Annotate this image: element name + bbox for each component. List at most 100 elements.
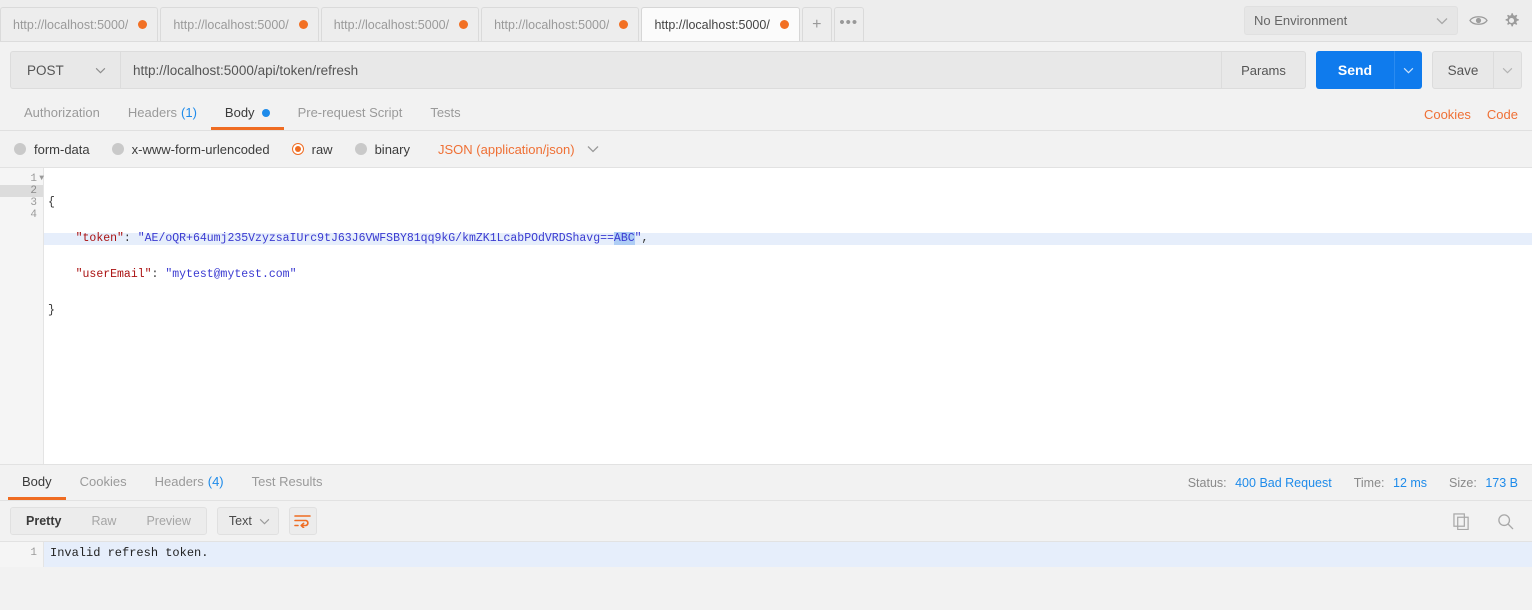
code-line-1: { bbox=[44, 197, 1532, 209]
response-view-mode-group: Pretty Raw Preview bbox=[10, 507, 207, 535]
request-tabs-right-links: Cookies Code bbox=[1424, 98, 1518, 131]
body-type-label: form-data bbox=[34, 141, 90, 157]
unsaved-dot-icon bbox=[779, 20, 789, 29]
size-value[interactable]: 173 B bbox=[1485, 476, 1518, 490]
url-input[interactable]: http://localhost:5000/api/token/refresh bbox=[120, 51, 1222, 89]
response-toolbar-right bbox=[1448, 501, 1518, 541]
response-tab-cookies[interactable]: Cookies bbox=[66, 465, 141, 500]
tab-authorization[interactable]: Authorization bbox=[10, 98, 114, 130]
request-section-tabs: Authorization Headers (1) Body Pre-reque… bbox=[0, 98, 1532, 131]
save-button-group: Save bbox=[1432, 51, 1522, 89]
fold-arrow-icon[interactable]: ▼ bbox=[39, 173, 44, 185]
http-method-selector[interactable]: POST bbox=[10, 51, 120, 89]
line-number: 3 bbox=[0, 197, 43, 209]
unsaved-dot-icon bbox=[298, 20, 308, 29]
tab-headers[interactable]: Headers (1) bbox=[114, 98, 211, 130]
response-tab-test-results[interactable]: Test Results bbox=[238, 465, 337, 500]
line-number-text: 4 bbox=[30, 209, 37, 221]
tab-options-button[interactable]: ••• bbox=[833, 7, 864, 41]
params-button[interactable]: Params bbox=[1222, 51, 1306, 89]
json-close-brace: } bbox=[48, 304, 55, 317]
url-bar: POST http://localhost:5000/api/token/ref… bbox=[0, 42, 1532, 98]
http-method-label: POST bbox=[27, 62, 64, 78]
line-number-text: 1 bbox=[30, 173, 37, 185]
request-tab-label: http://localhost:5000/ bbox=[333, 17, 450, 32]
word-wrap-icon[interactable] bbox=[288, 507, 317, 535]
request-tab-4[interactable]: http://localhost:5000/ bbox=[481, 7, 640, 41]
eye-icon[interactable] bbox=[1465, 8, 1491, 34]
time-label: Time: bbox=[1353, 476, 1385, 490]
body-type-label: binary bbox=[374, 141, 410, 157]
status-badge[interactable]: 400 Bad Request bbox=[1235, 476, 1332, 490]
json-colon: : bbox=[151, 268, 166, 281]
chevron-down-icon bbox=[587, 145, 599, 153]
response-format-selector[interactable]: Text bbox=[216, 507, 279, 535]
code-line-4: } bbox=[44, 305, 1532, 317]
json-value-token-prefix: "AE/oQR+64umj235VzyzsaIUrc9tJ63J6VWFSBY8… bbox=[137, 232, 614, 245]
body-type-binary[interactable]: binary bbox=[354, 141, 410, 157]
headers-count: (1) bbox=[181, 105, 197, 120]
json-key-token: "token" bbox=[75, 232, 124, 245]
body-type-label: raw bbox=[311, 141, 333, 157]
request-tabs-strip: http://localhost:5000/ http://localhost:… bbox=[0, 7, 866, 41]
json-key-userEmail: "userEmail" bbox=[75, 268, 152, 281]
time-value[interactable]: 12 ms bbox=[1393, 476, 1427, 490]
send-button[interactable]: Send bbox=[1316, 51, 1394, 89]
code-link[interactable]: Code bbox=[1487, 107, 1518, 122]
json-value-userEmail: "mytest@mytest.com" bbox=[165, 268, 297, 281]
environment-selector[interactable]: No Environment bbox=[1244, 6, 1458, 35]
tab-label: Test Results bbox=[251, 473, 323, 489]
response-body-text: Invalid refresh token. bbox=[44, 542, 1532, 567]
request-tab-3[interactable]: http://localhost:5000/ bbox=[320, 7, 480, 41]
search-icon[interactable] bbox=[1492, 508, 1518, 534]
save-options-button[interactable] bbox=[1494, 51, 1522, 89]
time-group: Time: 12 ms bbox=[1354, 476, 1427, 490]
line-number: 4 bbox=[0, 209, 43, 221]
raw-format-selector[interactable]: JSON (application/json) bbox=[438, 142, 599, 157]
response-tab-headers[interactable]: Headers (4) bbox=[141, 465, 238, 500]
tab-label: Authorization bbox=[24, 105, 100, 120]
send-options-button[interactable] bbox=[1394, 51, 1422, 89]
tab-pre-request-script[interactable]: Pre-request Script bbox=[284, 98, 417, 130]
view-mode-pretty[interactable]: Pretty bbox=[11, 508, 77, 534]
request-tab-2[interactable]: http://localhost:5000/ bbox=[160, 7, 319, 41]
status-group: Status: 400 Bad Request bbox=[1188, 476, 1332, 490]
response-tab-body[interactable]: Body bbox=[8, 465, 66, 500]
chevron-down-icon bbox=[259, 518, 270, 525]
editor-line-number-gutter: 1 ▼ 2 3 4 bbox=[0, 168, 44, 464]
request-body-editor[interactable]: 1 ▼ 2 3 4 { "token": "AE/oQR+64umj235Vzy… bbox=[0, 167, 1532, 465]
response-body-viewer[interactable]: 1 Invalid refresh token. bbox=[0, 541, 1532, 567]
body-type-raw[interactable]: raw bbox=[291, 141, 333, 157]
request-tab-5-active[interactable]: http://localhost:5000/ bbox=[641, 7, 800, 41]
editor-code-area[interactable]: { "token": "AE/oQR+64umj235VzyzsaIUrc9tJ… bbox=[44, 168, 1532, 464]
tab-label: Pre-request Script bbox=[297, 105, 403, 120]
body-type-urlencoded[interactable]: x-www-form-urlencoded bbox=[111, 141, 270, 157]
body-type-form-data[interactable]: form-data bbox=[14, 142, 90, 157]
cookies-link[interactable]: Cookies bbox=[1424, 107, 1471, 122]
view-mode-preview[interactable]: Preview bbox=[131, 508, 205, 534]
chevron-down-icon bbox=[1436, 17, 1448, 25]
tab-tests[interactable]: Tests bbox=[416, 98, 474, 130]
line-number: 2 bbox=[0, 185, 43, 197]
status-label: Status: bbox=[1187, 476, 1227, 490]
body-type-label: x-www-form-urlencoded bbox=[131, 141, 270, 157]
response-headers-count: (4) bbox=[207, 473, 224, 489]
unsaved-dot-icon bbox=[459, 20, 469, 29]
size-label: Size: bbox=[1449, 476, 1477, 490]
tab-label: Headers bbox=[127, 105, 178, 120]
body-type-row: form-data x-www-form-urlencoded raw bina… bbox=[0, 131, 1532, 167]
radio-icon bbox=[111, 143, 124, 155]
radio-selected-icon bbox=[291, 143, 304, 155]
request-tab-label: http://localhost:5000/ bbox=[173, 17, 289, 32]
request-tab-1[interactable]: http://localhost:5000/ bbox=[0, 7, 159, 41]
save-button[interactable]: Save bbox=[1432, 51, 1494, 89]
send-button-group: Send bbox=[1316, 51, 1422, 89]
line-number: 1 ▼ bbox=[0, 173, 44, 185]
gear-icon[interactable] bbox=[1498, 8, 1524, 34]
view-mode-raw[interactable]: Raw bbox=[76, 508, 131, 534]
copy-icon[interactable] bbox=[1448, 508, 1474, 534]
new-tab-button[interactable]: + bbox=[801, 7, 832, 41]
response-line-number: 1 bbox=[0, 542, 44, 567]
tab-bar: http://localhost:5000/ http://localhost:… bbox=[0, 0, 1532, 42]
tab-body[interactable]: Body bbox=[210, 98, 284, 130]
